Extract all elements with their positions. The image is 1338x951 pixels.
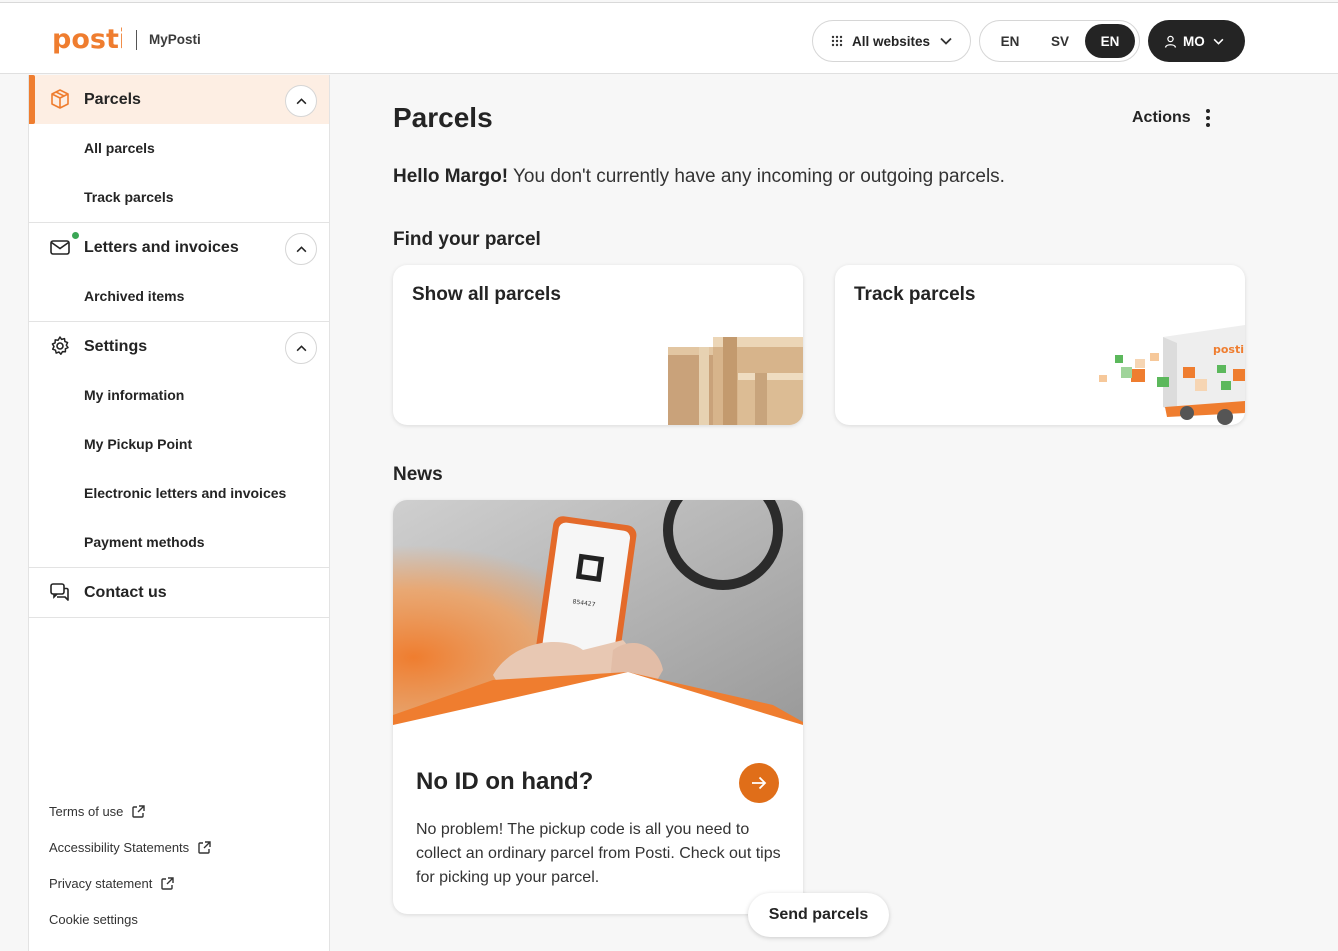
news-heading: News <box>393 464 443 485</box>
greeting-text: Hello Margo! You don't currently have an… <box>393 166 1005 188</box>
terms-of-use-link[interactable]: Terms of use <box>49 804 146 819</box>
sidebar-item-all-parcels[interactable]: All parcels <box>84 140 155 156</box>
sidebar-item-electronic-letters[interactable]: Electronic letters and invoices <box>84 485 286 501</box>
footer-link-label: Accessibility Statements <box>49 840 190 855</box>
arrow-right-icon <box>752 776 767 790</box>
news-card[interactable]: 854427 No ID on hand? No problem! The pi… <box>393 500 803 914</box>
language-switcher: EN SV EN <box>979 20 1140 62</box>
user-initials: MO <box>1183 33 1205 49</box>
sidebar-item-parcels[interactable]: Parcels <box>29 75 329 124</box>
posti-logo[interactable]: posti <box>52 23 122 57</box>
boxes-illustration <box>668 337 803 425</box>
chat-icon <box>50 583 69 601</box>
collapse-parcels-button[interactable] <box>285 85 317 117</box>
cookie-settings-link[interactable]: Cookie settings <box>49 912 138 927</box>
sidebar-nav: Parcels All parcels Track parcels Letter… <box>28 75 330 951</box>
news-open-button[interactable] <box>739 763 779 803</box>
chevron-down-icon <box>940 37 952 45</box>
card-title: Track parcels <box>854 284 976 305</box>
app-name: MyPosti <box>149 32 201 47</box>
footer-link-label: Terms of use <box>49 804 124 819</box>
external-link-icon <box>161 877 175 890</box>
chevron-up-icon <box>296 344 306 351</box>
show-all-parcels-card[interactable]: Show all parcels <box>393 265 803 425</box>
collapse-settings-button[interactable] <box>285 332 317 364</box>
find-parcel-heading: Find your parcel <box>393 229 541 250</box>
lang-sv[interactable]: SV <box>1035 24 1085 58</box>
grid-icon <box>831 35 843 47</box>
box-icon <box>51 89 69 109</box>
phone-qr-photo: 854427 <box>393 500 803 725</box>
accessibility-link[interactable]: Accessibility Statements <box>49 840 212 855</box>
all-websites-label: All websites <box>852 33 931 49</box>
lang-en-active[interactable]: EN <box>1085 24 1135 58</box>
collapse-letters-button[interactable] <box>285 233 317 265</box>
gear-icon <box>51 336 69 355</box>
privacy-statement-link[interactable]: Privacy statement <box>49 876 175 891</box>
external-link-icon <box>132 805 146 818</box>
sidebar-item-label: Parcels <box>84 90 141 108</box>
delivery-truck-illustration: posti <box>1099 325 1245 425</box>
user-icon <box>1164 35 1177 48</box>
sidebar-item-payment-methods[interactable]: Payment methods <box>84 534 205 550</box>
sidebar-item-pickup-point[interactable]: My Pickup Point <box>84 436 192 452</box>
sidebar-item-label: Settings <box>84 337 148 355</box>
page-title: Parcels <box>393 102 493 133</box>
chevron-down-icon <box>1213 38 1224 45</box>
logo-separator <box>136 30 137 50</box>
svg-text:posti: posti <box>52 24 122 55</box>
greeting-message: You don't currently have any incoming or… <box>508 166 1005 187</box>
user-menu-button[interactable]: MO <box>1148 20 1245 62</box>
more-vertical-icon <box>1205 109 1210 127</box>
send-parcels-button[interactable]: Send parcels <box>748 893 889 937</box>
notification-dot <box>72 232 79 239</box>
sidebar-item-my-information[interactable]: My information <box>84 387 184 403</box>
sidebar-item-letters[interactable]: Letters and invoices <box>29 223 329 272</box>
sidebar-item-track-parcels[interactable]: Track parcels <box>84 189 174 205</box>
mail-icon <box>50 240 70 255</box>
sidebar-item-label: Letters and invoices <box>84 238 239 256</box>
sidebar-item-settings[interactable]: Settings <box>29 322 329 371</box>
top-header: posti MyPosti All websites EN SV EN MO <box>0 2 1338 74</box>
track-parcels-card[interactable]: Track parcels posti <box>835 265 1245 425</box>
actions-label: Actions <box>1132 109 1191 126</box>
sidebar-item-label: Contact us <box>84 583 167 601</box>
news-card-title: No ID on hand? <box>416 768 594 795</box>
chevron-up-icon <box>296 97 306 104</box>
svg-text:posti: posti <box>1213 343 1244 356</box>
footer-link-label: Cookie settings <box>49 912 138 927</box>
sidebar-item-contact[interactable]: Contact us <box>29 568 329 617</box>
lang-en[interactable]: EN <box>985 24 1035 58</box>
chevron-up-icon <box>296 245 306 252</box>
actions-menu-button[interactable]: Actions <box>1132 108 1211 128</box>
external-link-icon <box>198 841 211 854</box>
footer-link-label: Privacy statement <box>49 876 153 891</box>
sidebar-item-archived[interactable]: Archived items <box>84 288 184 304</box>
all-websites-button[interactable]: All websites <box>812 20 971 62</box>
divider <box>29 617 329 618</box>
card-title: Show all parcels <box>412 284 561 305</box>
greeting-name: Hello Margo! <box>393 166 509 187</box>
news-card-text: No problem! The pickup code is all you n… <box>416 821 781 886</box>
